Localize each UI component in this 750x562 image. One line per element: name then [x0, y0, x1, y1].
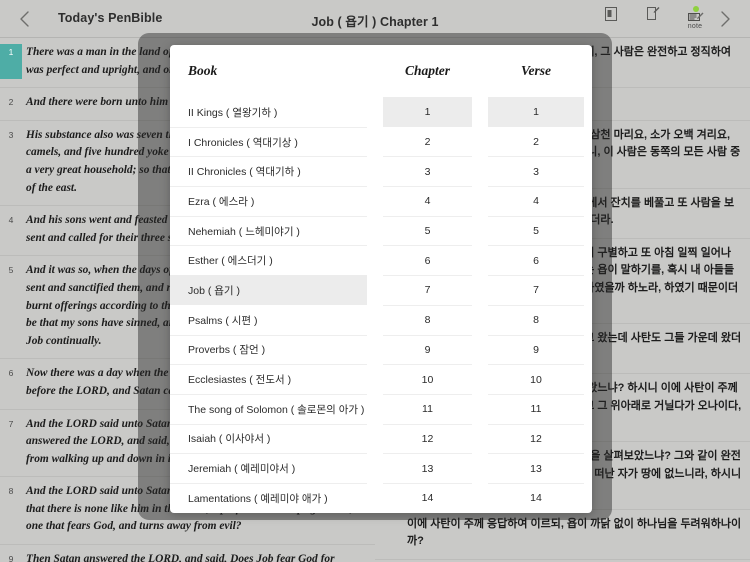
verse-list-item[interactable]: 7	[488, 275, 584, 305]
page-title[interactable]: Job ( 욥기 ) Chapter 1	[311, 15, 438, 29]
book-list-item[interactable]: The song of Solomon ( 솔로몬의 아가 )	[170, 393, 367, 424]
book-column[interactable]: II Kings ( 열왕기하 ) I Chronicles ( 역대기상 ) II…	[170, 97, 375, 513]
book-list-item[interactable]: Proverbs ( 잠언 )	[170, 334, 367, 365]
verse-number: 5	[8, 265, 14, 276]
verse-list-item[interactable]: 8	[488, 304, 584, 335]
book-list-item[interactable]: Psalms ( 시편 )	[170, 305, 367, 335]
book-list-item[interactable]: Isaiah ( 이사야서 )	[170, 423, 367, 454]
verse-number	[375, 516, 397, 551]
verse-list-item[interactable]: 14	[488, 482, 584, 513]
verse-list-item[interactable]: 9	[488, 334, 584, 365]
book-list-item[interactable]: Ezra ( 에스라 )	[170, 186, 367, 216]
verse-text-korean: 이에 사탄이 주께 응답하여 이르되, 욥이 까닭 없이 하나님을 두려워하나이…	[407, 517, 742, 548]
book-list-item[interactable]: II Kings ( 열왕기하 )	[170, 97, 367, 127]
verse-list-item[interactable]: 5	[488, 215, 584, 246]
note-label: note	[687, 23, 703, 30]
chapter-list-item[interactable]: 2	[383, 127, 472, 157]
book-list-item[interactable]: II Chronicles ( 역대기하 )	[170, 156, 367, 186]
book-list-item[interactable]: I Chronicles ( 역대기상 )	[170, 126, 367, 157]
verse-list-item[interactable]: 11	[488, 393, 584, 424]
verse-number: 7	[8, 418, 14, 429]
edit-icon	[646, 6, 660, 22]
chapter-list-item[interactable]: 1	[383, 97, 472, 127]
chapter-list-item[interactable]: 4	[383, 186, 472, 216]
chapter-list-item[interactable]: 7	[383, 275, 472, 305]
verse-number: 4	[8, 215, 14, 226]
chapter-list-item[interactable]: 5	[383, 215, 472, 246]
chevron-left-icon[interactable]	[14, 8, 36, 30]
breadcrumb-home[interactable]: Today's PenBible	[58, 11, 162, 25]
verse-column[interactable]: 1 2 3 4 5 6 7 8 9 10 11 12 13 14	[480, 97, 592, 513]
bible-reference-picker: Book Chapter Verse II Kings ( 열왕기하 ) I Ch…	[170, 45, 592, 513]
book-list-item[interactable]: Jeremiah ( 예레미야서 )	[170, 453, 367, 483]
verse-list-item[interactable]: 10	[488, 364, 584, 394]
chapter-list-item[interactable]: 9	[383, 334, 472, 365]
bookmark-icon	[604, 6, 618, 22]
chapter-column[interactable]: 1 2 3 4 5 6 7 8 9 10 11 12 13 14	[375, 97, 480, 513]
verse-list-item[interactable]: 12	[488, 423, 584, 454]
chapter-list-item[interactable]: 10	[383, 364, 472, 394]
bookmark-button[interactable]	[600, 6, 622, 23]
picker-header: Book Chapter Verse	[170, 45, 592, 97]
book-list-item[interactable]: Nehemiah ( 느헤미야기 )	[170, 215, 367, 246]
note-icon	[687, 6, 704, 22]
book-list-item[interactable]: Lamentations ( 예레미야 애가 )	[170, 482, 367, 513]
column-header-verse: Verse	[521, 63, 551, 78]
edit-button[interactable]	[642, 6, 664, 23]
verse-number: 1	[0, 44, 22, 80]
chapter-list-item[interactable]: 12	[383, 423, 472, 454]
verse-list-item[interactable]: 13	[488, 453, 584, 483]
verse-number: 8	[8, 486, 14, 497]
app-root: 1There was a man in the land of Uz, whos…	[0, 0, 750, 562]
chevron-right-icon[interactable]	[714, 8, 736, 30]
chapter-list-item[interactable]: 13	[383, 453, 472, 483]
chapter-list-item[interactable]: 3	[383, 156, 472, 186]
picker-body: II Kings ( 열왕기하 ) I Chronicles ( 역대기상 ) II…	[170, 97, 592, 513]
verse-list-item[interactable]: 2	[488, 127, 584, 157]
book-list-item[interactable]: Job ( 욥기 )	[170, 275, 367, 305]
verse-list-item[interactable]: 4	[488, 186, 584, 216]
book-list-item[interactable]: Ecclesiastes ( 전도서 )	[170, 364, 367, 394]
verse-list-item[interactable]: 3	[488, 156, 584, 186]
verse-number: 6	[8, 368, 14, 379]
verse-text-english: Then Satan answered the LORD, and said, …	[26, 553, 335, 562]
book-list-item[interactable]: Esther ( 에스더기 )	[170, 245, 367, 275]
verse-list-item[interactable]: 6	[488, 245, 584, 275]
column-header-book: Book	[188, 63, 218, 78]
chapter-list-item[interactable]: 11	[383, 393, 472, 424]
chapter-list-item[interactable]: 14	[383, 482, 472, 513]
toolbar: note	[600, 6, 706, 30]
chapter-list-item[interactable]: 6	[383, 245, 472, 275]
chapter-list-item[interactable]: 8	[383, 304, 472, 335]
verse-number: 3	[8, 129, 14, 140]
note-button[interactable]: note	[684, 6, 706, 30]
verse-list-item[interactable]: 1	[488, 97, 584, 127]
verse-number: 9	[8, 554, 14, 562]
verse-number: 2	[8, 97, 14, 108]
verse-row[interactable]: 9 Then Satan answered the LORD, and said,…	[0, 545, 375, 562]
column-header-chapter: Chapter	[404, 63, 450, 78]
